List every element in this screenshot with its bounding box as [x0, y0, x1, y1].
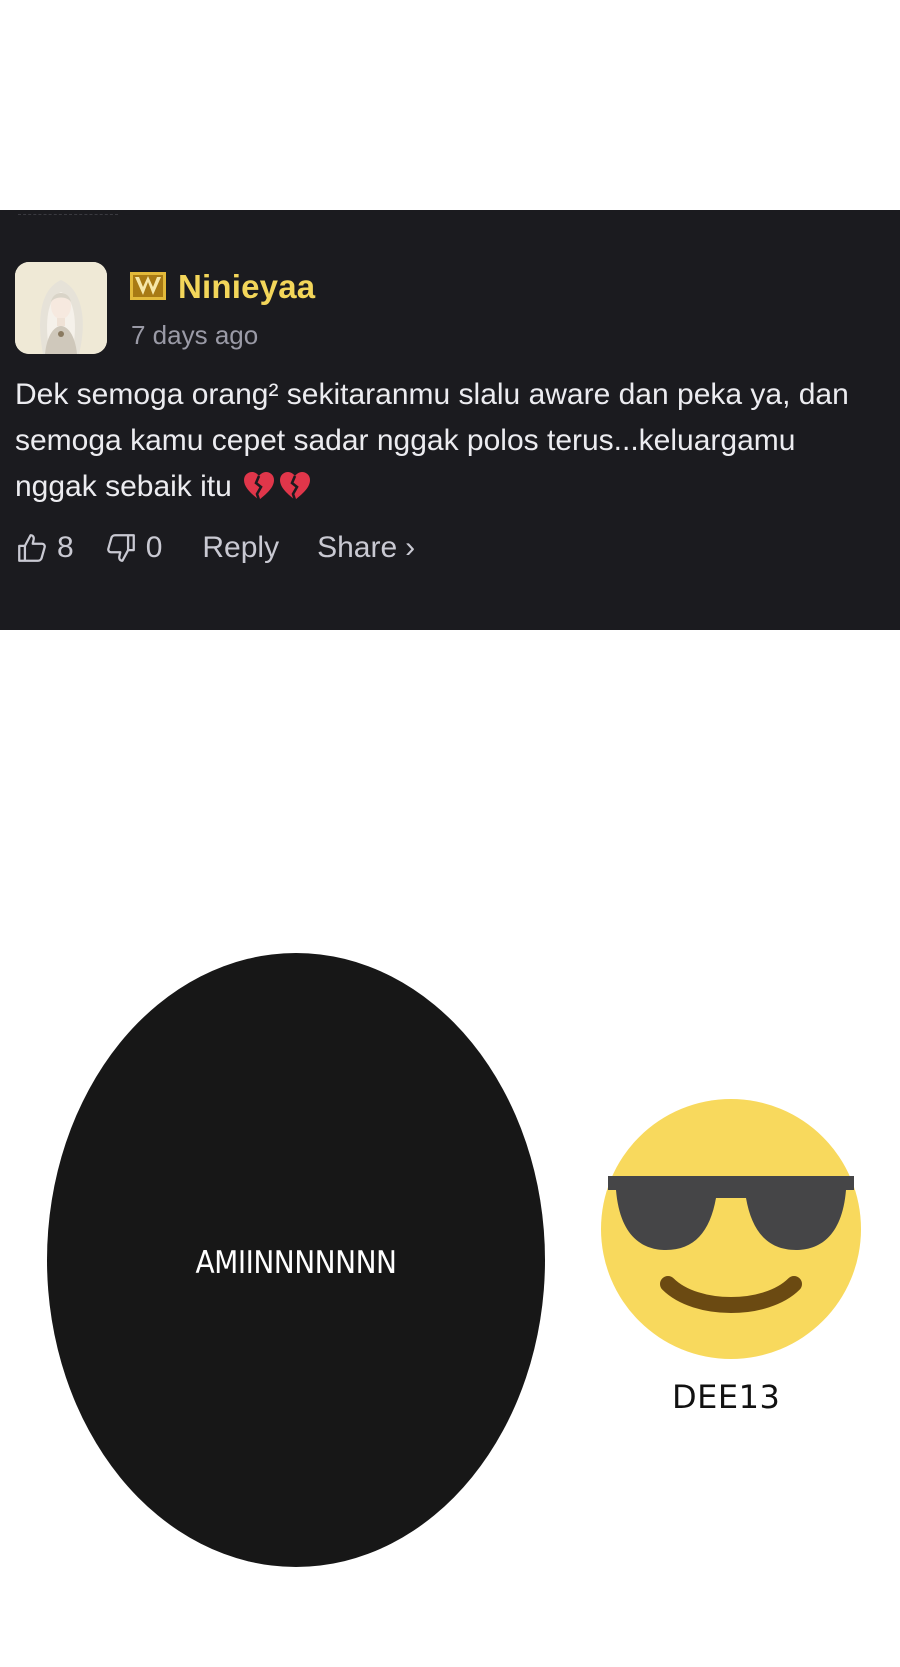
badge-icon [130, 272, 166, 300]
dislike-count: 0 [145, 531, 163, 564]
broken-heart-icon [280, 472, 311, 501]
share-button[interactable]: Share › [317, 531, 415, 565]
comment-text-block: Dek semoga orang² sekitaranmu slalu awar… [15, 372, 885, 510]
comment-actions: 8 0 Reply Share › [15, 528, 415, 568]
timestamp: 7 days ago [131, 320, 259, 350]
like-button[interactable]: 8 [15, 531, 74, 565]
avatar[interactable] [15, 262, 107, 354]
speech-bubble: AMIINNNNNNN [47, 953, 545, 1567]
like-count: 8 [57, 531, 74, 564]
username[interactable]: Ninieyaa [178, 268, 315, 306]
comment-text: Dek semoga orang² sekitaranmu slalu awar… [15, 378, 849, 503]
dislike-button[interactable]: 0 [104, 531, 163, 565]
thumbs-down-icon [106, 534, 135, 562]
share-label: Share [317, 531, 398, 564]
avatar-image [15, 262, 107, 354]
divider [18, 214, 118, 217]
bubble-text: AMIINNNNNNN [195, 1244, 397, 1281]
sunglasses-smiley-icon [601, 1099, 861, 1359]
comment-card: Ninieyaa 7 days ago Dek semoga orang² se… [0, 210, 900, 630]
reply-button[interactable]: Reply [202, 531, 279, 565]
thumbs-up-icon [18, 534, 46, 562]
chevron-right-icon: › [405, 531, 416, 564]
emoji-label: DEE13 [672, 1378, 781, 1416]
broken-heart-icon [244, 472, 275, 501]
